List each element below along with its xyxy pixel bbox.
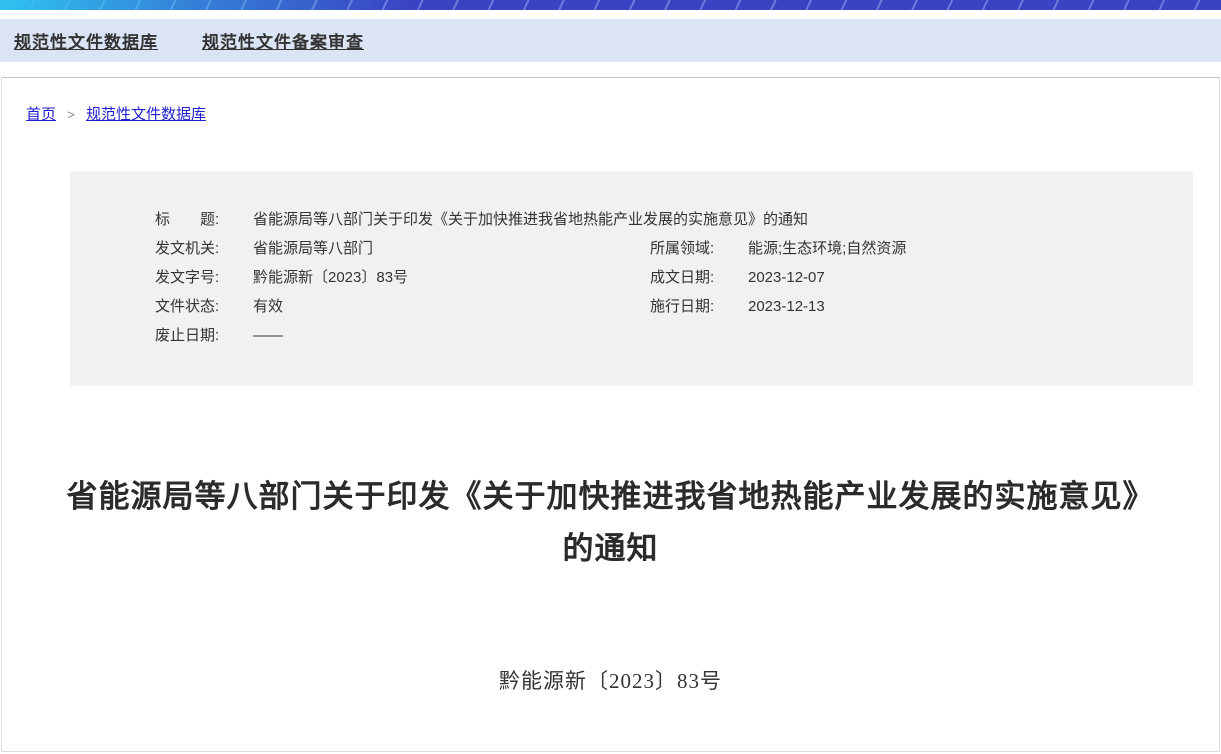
- breadcrumb-separator: >: [67, 107, 75, 122]
- meta-label-document-number: 发文字号:: [155, 266, 231, 287]
- meta-value-effective-date: 2023-12-13: [748, 298, 825, 315]
- document-metadata-grid: 标 题: 省能源局等八部门关于印发《关于加快推进我省地热能产业发展的实施意见》的通…: [155, 204, 1193, 349]
- meta-row-issue-date: 成文日期: 2023-12-07: [650, 266, 1193, 287]
- meta-label-field: 所属领域:: [650, 237, 726, 258]
- meta-value-status: 有效: [253, 298, 283, 315]
- meta-row-field: 所属领域: 能源;生态环境;自然资源: [650, 237, 1193, 258]
- top-decorative-banner: [0, 0, 1221, 10]
- document-title: 省能源局等八部门关于印发《关于加快推进我省地热能产业发展的实施意见》的通知: [56, 471, 1166, 575]
- document-metadata-box: 标 题: 省能源局等八部门关于印发《关于加快推进我省地热能产业发展的实施意见》的通…: [70, 171, 1193, 386]
- meta-label-status: 文件状态:: [155, 295, 231, 316]
- meta-value-repeal-date: ——: [253, 327, 283, 344]
- meta-value-issuing-authority: 省能源局等八部门: [253, 240, 373, 257]
- meta-value-issue-date: 2023-12-07: [748, 269, 825, 286]
- meta-label-title: 标 题:: [155, 208, 231, 229]
- document-number: 黔能源新〔2023〕83号: [2, 665, 1219, 695]
- meta-label-issuing-authority: 发文机关:: [155, 237, 231, 258]
- content-panel: 首页 > 规范性文件数据库 标 题: 省能源局等八部门关于印发《关于加快推进我省地…: [1, 77, 1220, 752]
- meta-label-issue-date: 成文日期:: [650, 266, 726, 287]
- meta-value-document-number: 黔能源新〔2023〕83号: [253, 269, 408, 286]
- primary-navbar: 规范性文件数据库 规范性文件备案审查: [0, 19, 1221, 62]
- breadcrumb: 首页 > 规范性文件数据库: [2, 78, 1219, 124]
- tab-normative-documents-database[interactable]: 规范性文件数据库: [14, 28, 158, 53]
- meta-row-effective-date: 施行日期: 2023-12-13: [650, 295, 1193, 316]
- meta-label-repeal-date: 废止日期:: [155, 324, 231, 345]
- breadcrumb-database-link[interactable]: 规范性文件数据库: [86, 106, 206, 123]
- meta-row-repeal-date: 废止日期: ——: [155, 324, 650, 345]
- meta-row-status: 文件状态: 有效: [155, 295, 650, 316]
- meta-value-title: 省能源局等八部门关于印发《关于加快推进我省地热能产业发展的实施意见》的通知: [253, 211, 808, 228]
- meta-label-effective-date: 施行日期:: [650, 295, 726, 316]
- tab-normative-documents-filing-review[interactable]: 规范性文件备案审查: [202, 28, 364, 53]
- meta-row-document-number: 发文字号: 黔能源新〔2023〕83号: [155, 266, 650, 287]
- breadcrumb-home-link[interactable]: 首页: [26, 106, 56, 123]
- meta-row-issuing-authority: 发文机关: 省能源局等八部门: [155, 237, 650, 258]
- meta-value-field: 能源;生态环境;自然资源: [748, 240, 906, 257]
- meta-row-title: 标 题: 省能源局等八部门关于印发《关于加快推进我省地热能产业发展的实施意见》的通…: [155, 208, 1193, 229]
